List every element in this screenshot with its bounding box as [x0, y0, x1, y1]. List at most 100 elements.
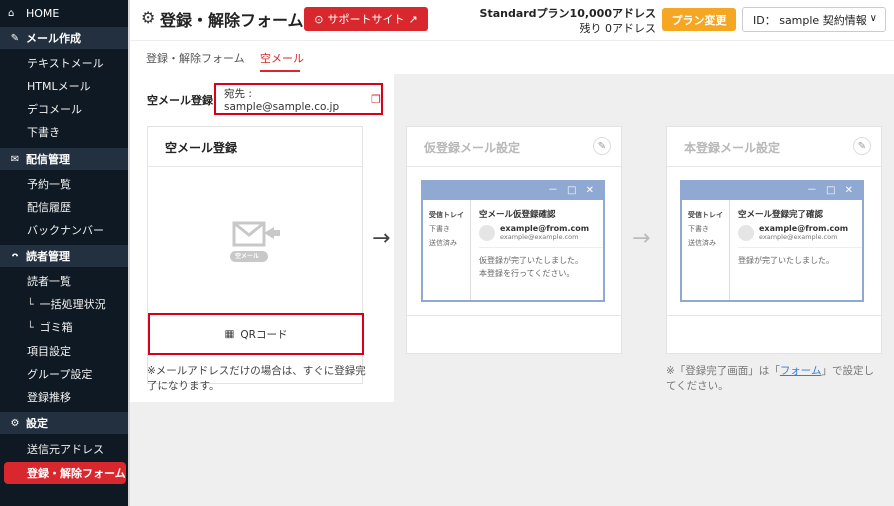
folder-inbox: 受信トレイ — [688, 211, 723, 219]
support-site-button[interactable]: ⊙ サポートサイト ↗ — [304, 7, 428, 31]
mail-body-line: 登録が完了いたしました。 — [738, 256, 834, 265]
folder-drafts: 下書き — [688, 225, 709, 233]
sidebar-item-trash[interactable]: └ ゴミ箱 — [0, 316, 128, 338]
empty-mail-address-text: 宛先 : sample@sample.co.jp — [224, 87, 340, 113]
window-controls: － □ ✕ — [423, 182, 603, 200]
card-title: 空メール登録 — [165, 141, 238, 155]
sidebar-item-registration-trend[interactable]: 登録推移 — [0, 386, 128, 408]
sidebar-item-label: HTMLメール — [27, 80, 91, 93]
mail-content: 空メール登録完了確認 example@from.com example@exam… — [730, 200, 862, 300]
arrow-right-icon: → — [632, 226, 651, 251]
plan-remaining: 残り 0アドレス — [579, 22, 657, 35]
sidebar-item-fields[interactable]: 項目設定 — [0, 340, 128, 362]
external-link-icon: ↗ — [408, 12, 418, 26]
sidebar-item-deco-mail[interactable]: デコメール — [0, 98, 128, 120]
sidebar-section-label: 読者管理 — [26, 250, 70, 263]
sidebar-item-home[interactable]: ⌂ HOME — [0, 2, 128, 24]
page-title: 登録・解除フォーム — [160, 11, 304, 30]
window-controls: － □ ✕ — [682, 182, 862, 200]
sidebar-item-label: 登録・解除フォーム — [27, 467, 126, 480]
sidebar-item-label: 読者一覧 — [27, 275, 71, 288]
sidebar-item-label: 一括処理状況 — [39, 298, 106, 311]
mail-folder-list: 受信トレイ 下書き 送信済み — [682, 200, 730, 300]
folder-drafts: 下書き — [429, 225, 450, 233]
edit-icon[interactable]: ✎ — [593, 137, 611, 155]
home-icon: ⌂ — [8, 7, 15, 19]
card-header: 本登録メール設定 ✎ — [667, 127, 881, 167]
card-title: 本登録メール設定 — [684, 141, 781, 155]
sidebar-section-delivery[interactable]: ✉ 配信管理 — [0, 148, 128, 170]
sidebar-item-groups[interactable]: グループ設定 — [0, 363, 128, 385]
sidebar-item-label: グループ設定 — [27, 368, 93, 381]
empty-mail-address[interactable]: 宛先 : sample@sample.co.jp ❐ — [214, 83, 383, 115]
card-title: 仮登録メール設定 — [424, 141, 521, 155]
form-link[interactable]: フォーム — [780, 365, 822, 377]
sidebar-item-sender-address[interactable]: 送信元アドレス — [0, 438, 128, 460]
empty-mail-icon-caption: 空メール — [235, 253, 260, 260]
temp-mail-preview: － □ ✕ 受信トレイ 下書き 送信済み 空メール仮登録確認 example@f… — [421, 180, 605, 302]
gear-icon: ⚙ — [141, 8, 156, 27]
qr-code-button[interactable]: ▦ QRコード — [148, 313, 364, 355]
avatar — [479, 224, 495, 241]
chevron-down-icon: ∨ — [869, 13, 877, 24]
mail-from-name: example@from.com — [759, 224, 849, 233]
sidebar-item-label: テキストメール — [27, 57, 104, 70]
tab-form[interactable]: 登録・解除フォーム — [146, 50, 245, 66]
register-panel: 空メール登録 宛先 : sample@sample.co.jp ❐ 空メール登録… — [130, 74, 394, 402]
sidebar-item-backnumber[interactable]: バックナンバー — [0, 219, 128, 241]
sidebar-item-forms[interactable]: 登録・解除フォーム — [4, 462, 126, 484]
account-dropdown-label: ID： sample 契約情報 — [753, 13, 867, 27]
sidebar-item-label: 予約一覧 — [27, 178, 71, 191]
qr-code-label: QRコード — [240, 328, 288, 341]
sidebar-item-schedule[interactable]: 予約一覧 — [0, 173, 128, 195]
gear-icon: ⚙ — [10, 417, 20, 429]
sidebar-item-label: ゴミ箱 — [39, 321, 73, 334]
mail-sender: example@from.com example@example.com — [479, 224, 603, 241]
sidebar: ⌂ HOME ✎ メール作成 テキストメール HTMLメール デコメール 下書き… — [0, 0, 130, 506]
sidebar-item-label: HOME — [26, 6, 60, 20]
mail-subject: 空メール登録完了確認 — [738, 210, 824, 220]
top-header: ⚙ 登録・解除フォーム ⊙ サポートサイト ↗ Standardプラン10,00… — [130, 0, 894, 40]
sidebar-section-mail-create[interactable]: ✎ メール作成 — [0, 27, 128, 49]
sidebar-section-readers[interactable]: ᴖ 読者管理 — [0, 245, 128, 267]
active-tab-indicator — [260, 70, 300, 72]
tree-branch-icon: └ — [27, 297, 34, 311]
edit-icon[interactable]: ✎ — [853, 137, 871, 155]
sidebar-item-text-mail[interactable]: テキストメール — [0, 52, 128, 74]
final-note-prefix: ※「登録完了画面」は「 — [666, 365, 780, 377]
register-note: ※メールアドレスだけの場合は、すぐに登録完了になります。 — [147, 365, 366, 392]
sidebar-item-readers-list[interactable]: 読者一覧 — [0, 270, 128, 292]
avatar — [738, 224, 754, 241]
sidebar-item-history[interactable]: 配信履歴 — [0, 196, 128, 218]
empty-mail-label: 空メール登録 — [147, 94, 213, 107]
folder-sent: 送信済み — [688, 239, 716, 247]
card-footer — [667, 315, 881, 353]
sidebar-section-label: メール作成 — [26, 32, 81, 45]
empty-mail-icon: 空メール — [230, 219, 284, 267]
copy-icon[interactable]: ❐ — [371, 93, 381, 106]
sidebar-item-label: 配信履歴 — [27, 201, 71, 214]
sidebar-item-label: 登録推移 — [27, 391, 71, 404]
support-button-label: サポートサイト — [327, 13, 405, 26]
mail-body: 登録が完了いたしました。 — [738, 247, 862, 267]
sidebar-item-bulk-status[interactable]: └ 一括処理状況 — [0, 293, 128, 315]
mail-folder-list: 受信トレイ 下書き 送信済み — [423, 200, 471, 300]
qr-code-icon: ▦ — [224, 328, 235, 340]
sidebar-section-label: 配信管理 — [26, 153, 70, 166]
plan-change-button[interactable]: プラン変更 — [662, 8, 736, 31]
account-dropdown[interactable]: ID： sample 契約情報 ∨ — [742, 7, 886, 32]
tab-empty-mail[interactable]: 空メール — [260, 50, 304, 66]
sidebar-section-settings[interactable]: ⚙ 設定 — [0, 412, 128, 434]
mail-icon: ✉ — [10, 153, 20, 165]
arrow-right-icon: → — [372, 226, 391, 251]
sidebar-item-drafts[interactable]: 下書き — [0, 121, 128, 143]
tab-bar: 登録・解除フォーム 空メール — [130, 40, 894, 74]
sidebar-item-label: バックナンバー — [27, 224, 104, 237]
card-footer — [407, 315, 621, 353]
mail-sender: example@from.com example@example.com — [738, 224, 862, 241]
card-header: 仮登録メール設定 ✎ — [407, 127, 621, 167]
mail-from-address: example@example.com — [500, 233, 579, 241]
pencil-icon: ✎ — [10, 32, 20, 44]
folder-inbox: 受信トレイ — [429, 211, 464, 219]
sidebar-item-html-mail[interactable]: HTMLメール — [0, 75, 128, 97]
